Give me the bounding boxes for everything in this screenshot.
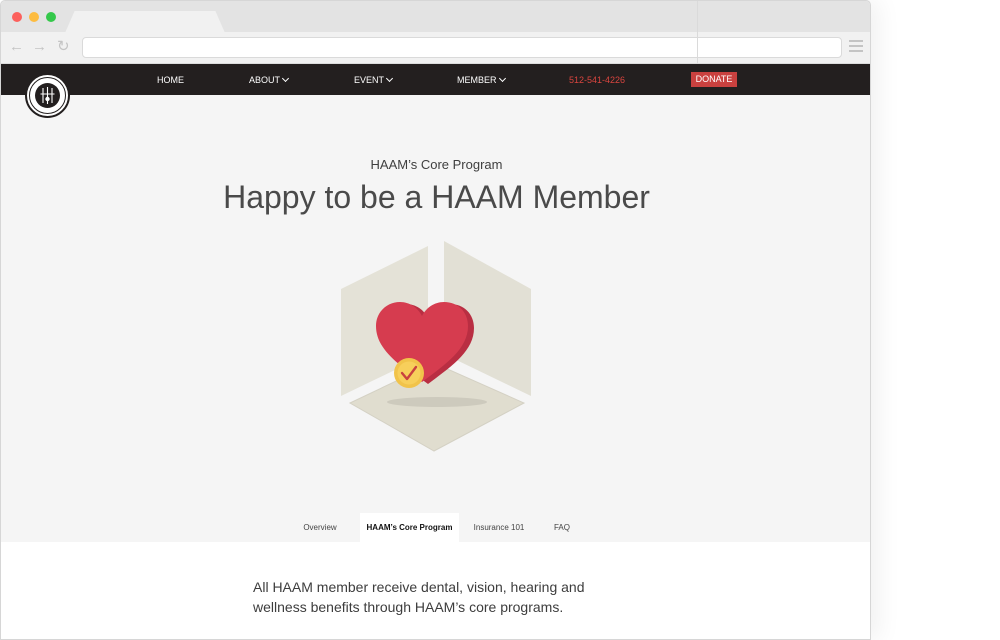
nav-member-link[interactable]: MEMBER — [457, 74, 506, 86]
browser-menu-icon[interactable] — [849, 40, 863, 52]
tab-faq[interactable]: FAQ — [543, 513, 581, 542]
tab-insurance-101[interactable]: Insurance 101 — [467, 513, 531, 542]
chevron-down-icon — [498, 74, 506, 83]
site-navigation-bar — [1, 64, 870, 95]
title-bar — [1, 1, 870, 33]
chevron-down-icon — [385, 74, 394, 83]
section-tabs: Overview HAAM’s Core Program Insurance 1… — [1, 513, 870, 542]
tab-core-program[interactable]: HAAM’s Core Program — [360, 513, 459, 542]
nav-about-link[interactable]: ABOUT — [249, 74, 290, 86]
browser-window: ← → ↻ HOME ABOUT EVENT MEMBER 512-541-42… — [0, 0, 871, 640]
nav-home-link[interactable]: HOME — [157, 74, 184, 86]
donate-button[interactable]: DONATE — [691, 72, 737, 87]
haam-seal-logo[interactable] — [25, 73, 70, 118]
address-bar[interactable] — [82, 37, 842, 58]
browser-toolbar: ← → ↻ — [1, 32, 870, 64]
chevron-down-icon — [281, 74, 290, 83]
hero-eyebrow: HAAM’s Core Program — [370, 157, 503, 172]
nav-event-label: EVENT — [354, 75, 385, 85]
heart-check-icon — [336, 236, 536, 461]
forward-arrow-icon[interactable]: → — [32, 38, 47, 56]
nav-event-link[interactable]: EVENT — [354, 74, 394, 86]
nav-member-label: MEMBER — [457, 75, 497, 85]
minimize-window-button[interactable] — [29, 12, 39, 22]
divider — [697, 1, 698, 64]
nav-about-label: ABOUT — [249, 75, 281, 85]
zoom-window-button[interactable] — [46, 12, 56, 22]
intro-paragraph: All HAAM member receive dental, vision, … — [253, 579, 585, 615]
close-window-button[interactable] — [12, 12, 22, 22]
back-arrow-icon[interactable]: ← — [9, 38, 24, 56]
phone-number-link[interactable]: 512-541-4226 — [569, 74, 625, 86]
browser-tab[interactable] — [65, 11, 225, 33]
tab-overview[interactable]: Overview — [289, 513, 351, 542]
content-panel: All HAAM member receive dental, vision, … — [1, 542, 870, 639]
page-title: Happy to be a HAAM Member — [223, 179, 650, 215]
reload-icon[interactable]: ↻ — [57, 38, 70, 56]
